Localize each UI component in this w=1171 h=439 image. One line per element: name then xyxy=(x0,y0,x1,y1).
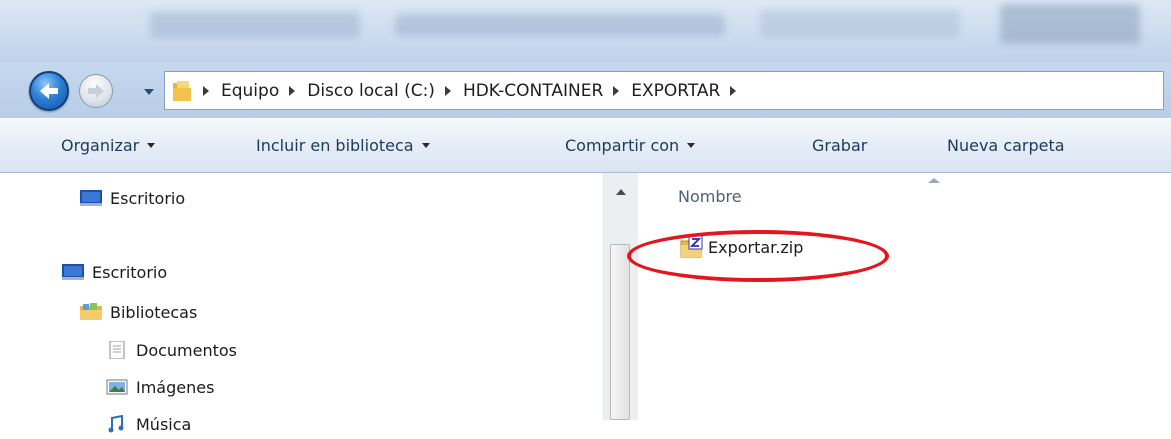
sort-ascending-icon xyxy=(928,178,940,183)
breadcrumb-separator-icon[interactable] xyxy=(613,85,620,96)
breadcrumb-item-hdk-container[interactable]: HDK-CONTAINER xyxy=(463,81,603,101)
back-button[interactable] xyxy=(29,71,69,111)
nav-item-libraries[interactable]: Bibliotecas xyxy=(80,297,197,327)
breadcrumb-separator-icon[interactable] xyxy=(289,85,296,96)
nav-item-label: Escritorio xyxy=(92,262,168,282)
recent-pages-dropdown-icon[interactable] xyxy=(143,86,155,98)
breadcrumb-item-equipo[interactable]: Equipo xyxy=(221,81,279,101)
breadcrumb-separator-icon[interactable] xyxy=(203,85,209,96)
chevron-down-icon xyxy=(421,143,430,148)
burn-button[interactable]: Grabar xyxy=(812,136,867,155)
command-bar: Organizar Incluir en biblioteca Comparti… xyxy=(0,118,1171,173)
new-folder-button[interactable]: Nueva carpeta xyxy=(947,136,1065,155)
zip-folder-icon xyxy=(680,235,703,258)
organize-button[interactable]: Organizar xyxy=(61,136,156,155)
burn-label: Grabar xyxy=(812,136,868,155)
include-in-library-button[interactable]: Incluir en biblioteca xyxy=(256,136,430,155)
organize-label: Organizar xyxy=(61,136,140,155)
music-icon xyxy=(108,415,124,433)
share-with-button[interactable]: Compartir con xyxy=(565,136,696,155)
scrollbar-thumb[interactable] xyxy=(610,244,630,420)
column-header-name[interactable]: Nombre xyxy=(678,187,742,206)
nav-item-label: Bibliotecas xyxy=(110,302,198,322)
address-bar[interactable]: Equipo Disco local (C:) HDK-CONTAINER EX… xyxy=(164,71,1164,110)
share-with-label: Compartir con xyxy=(565,136,680,155)
breadcrumb-item-local-disk[interactable]: Disco local (C:) xyxy=(307,81,435,101)
scroll-up-arrow-icon[interactable] xyxy=(616,189,626,195)
breadcrumb-separator-icon[interactable] xyxy=(444,85,451,96)
file-list-pane: Nombre Exportar.zip xyxy=(640,173,1171,420)
pictures-icon xyxy=(106,379,128,395)
forward-button[interactable] xyxy=(79,74,113,108)
navigation-pane: Escritorio Escritorio Bibliotecas Docume… xyxy=(0,173,641,434)
breadcrumb-separator-icon[interactable] xyxy=(730,85,737,96)
forward-arrow-icon xyxy=(88,84,104,98)
nav-item-pictures[interactable]: Imágenes xyxy=(106,372,214,402)
breadcrumb: Equipo Disco local (C:) HDK-CONTAINER EX… xyxy=(199,72,748,109)
nav-item-label: Imágenes xyxy=(136,377,215,397)
nav-item-favorites-desktop[interactable]: Escritorio xyxy=(80,183,185,213)
include-in-library-label: Incluir en biblioteca xyxy=(256,136,414,155)
nav-item-label: Música xyxy=(136,414,192,434)
nav-item-music[interactable]: Música xyxy=(106,409,191,439)
window-title-bar xyxy=(0,0,1171,62)
new-folder-label: Nueva carpeta xyxy=(947,136,1065,155)
libraries-icon xyxy=(80,303,102,320)
address-row: Equipo Disco local (C:) HDK-CONTAINER EX… xyxy=(0,62,1171,118)
chevron-down-icon xyxy=(687,143,696,148)
nav-item-desktop[interactable]: Escritorio xyxy=(62,257,167,287)
desktop-icon xyxy=(62,264,84,280)
file-name: Exportar.zip xyxy=(708,237,804,257)
navigation-scrollbar[interactable] xyxy=(603,173,638,420)
list-item[interactable]: Exportar.zip xyxy=(680,235,803,259)
nav-item-label: Escritorio xyxy=(110,188,186,208)
chevron-down-icon xyxy=(147,143,156,148)
back-arrow-icon xyxy=(40,83,58,99)
documents-icon xyxy=(109,341,125,359)
breadcrumb-item-exportar[interactable]: EXPORTAR xyxy=(631,81,720,101)
folder-icon xyxy=(173,81,191,101)
desktop-icon xyxy=(80,190,102,206)
nav-item-label: Documentos xyxy=(136,340,238,360)
nav-item-documents[interactable]: Documentos xyxy=(106,335,237,365)
